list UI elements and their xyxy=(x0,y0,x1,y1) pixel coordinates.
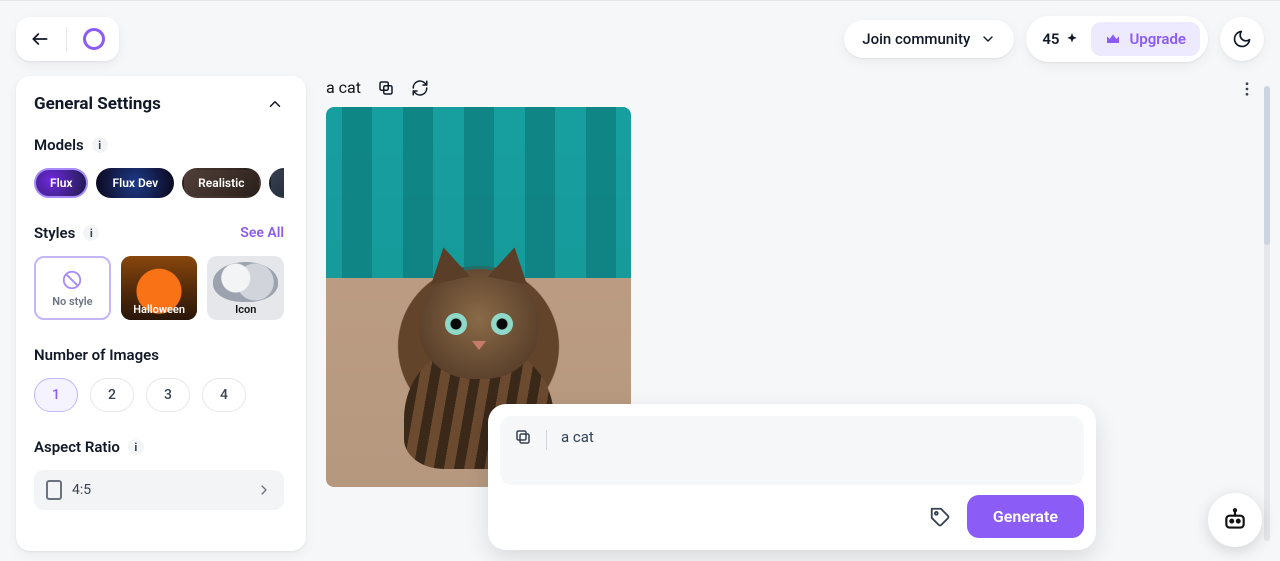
chevron-up-icon xyxy=(266,95,284,113)
bot-icon xyxy=(1222,507,1248,533)
info-icon[interactable]: i xyxy=(92,137,108,153)
crown-icon xyxy=(1105,31,1121,47)
models-label-row: Models i xyxy=(34,136,284,154)
style-card-label: Icon xyxy=(235,303,256,316)
join-community-label: Join community xyxy=(862,30,970,48)
theme-toggle[interactable] xyxy=(1220,17,1264,61)
moon-icon xyxy=(1232,29,1252,49)
model-chip-label: Realistic xyxy=(198,176,244,190)
style-card-label: Halloween xyxy=(133,303,185,316)
num-images-label: Number of Images xyxy=(34,346,159,364)
aspect-ratio-selector[interactable]: 4:5 xyxy=(34,470,284,510)
num-option-label: 1 xyxy=(52,387,60,403)
image-icon[interactable] xyxy=(514,428,532,446)
general-settings-header[interactable]: General Settings xyxy=(34,94,284,114)
style-card-icon[interactable]: Icon xyxy=(207,256,284,320)
style-card-none[interactable]: No style xyxy=(34,256,111,320)
num-images-row: 1 2 3 4 xyxy=(34,378,284,412)
model-chip-label: Flux Dev xyxy=(112,176,158,190)
kebab-icon[interactable] xyxy=(1238,80,1256,98)
aspect-label: Aspect Ratio xyxy=(34,438,120,456)
result-header: a cat xyxy=(326,76,1264,107)
back-logo-group xyxy=(16,17,119,61)
top-bar: Join community 45 Upgrade xyxy=(0,0,1280,76)
chevron-down-icon xyxy=(980,31,996,47)
num-option-label: 4 xyxy=(220,387,228,403)
num-option-3[interactable]: 3 xyxy=(146,378,190,412)
styles-label: Styles xyxy=(34,224,75,242)
info-icon[interactable]: i xyxy=(83,225,99,241)
prompt-text: a cat xyxy=(561,428,594,446)
num-option-1[interactable]: 1 xyxy=(34,378,78,412)
chatbot-fab[interactable] xyxy=(1208,493,1262,547)
app-logo[interactable] xyxy=(83,28,105,50)
model-chip-flux[interactable]: Flux xyxy=(34,168,88,198)
num-images-label-row: Number of Images xyxy=(34,346,284,364)
scrollbar[interactable] xyxy=(1264,86,1270,541)
upgrade-label: Upgrade xyxy=(1129,30,1186,48)
num-option-label: 3 xyxy=(164,387,172,403)
model-chip-flux-dev[interactable]: Flux Dev xyxy=(96,168,174,198)
aspect-value: 4:5 xyxy=(72,482,91,498)
aspect-ratio-icon xyxy=(46,480,62,500)
styles-row: No style Halloween Icon xyxy=(34,256,284,320)
see-all-link[interactable]: See All xyxy=(240,225,284,241)
info-icon[interactable]: i xyxy=(128,439,144,455)
aspect-label-row: Aspect Ratio i xyxy=(34,438,284,456)
general-settings-title: General Settings xyxy=(34,94,161,114)
model-chip-anime[interactable]: Anime xyxy=(269,168,284,198)
join-community-button[interactable]: Join community xyxy=(844,20,1014,58)
num-option-2[interactable]: 2 xyxy=(90,378,134,412)
prompt-card: a cat Generate xyxy=(488,404,1096,550)
credits-value: 45 xyxy=(1042,30,1059,48)
ban-icon xyxy=(61,269,83,291)
credits-count: 45 xyxy=(1042,30,1079,48)
credits-upgrade-group: 45 Upgrade xyxy=(1026,16,1208,62)
style-card-label: No style xyxy=(52,295,92,308)
sparkle-icon xyxy=(1065,32,1079,46)
copy-icon[interactable] xyxy=(377,79,395,97)
prompt-input[interactable]: a cat xyxy=(500,416,1084,485)
style-card-halloween[interactable]: Halloween xyxy=(121,256,198,320)
num-option-label: 2 xyxy=(108,387,116,403)
model-chip-realistic[interactable]: Realistic xyxy=(182,168,260,198)
num-option-4[interactable]: 4 xyxy=(202,378,246,412)
refresh-icon[interactable] xyxy=(411,79,429,97)
divider xyxy=(66,27,67,51)
upgrade-button[interactable]: Upgrade xyxy=(1091,22,1200,56)
back-icon[interactable] xyxy=(30,29,50,49)
tag-icon[interactable] xyxy=(929,506,951,528)
styles-header: Styles i See All xyxy=(34,224,284,242)
models-label: Models xyxy=(34,136,84,154)
divider xyxy=(546,430,547,450)
models-row: Flux Flux Dev Realistic Anime xyxy=(34,168,284,198)
generate-button[interactable]: Generate xyxy=(967,495,1084,538)
chevron-right-icon xyxy=(256,482,272,498)
settings-sidebar: General Settings Models i Flux Flux Dev … xyxy=(16,76,306,551)
model-chip-label: Flux xyxy=(50,176,72,190)
result-prompt: a cat xyxy=(326,78,361,97)
generate-label: Generate xyxy=(993,507,1058,526)
